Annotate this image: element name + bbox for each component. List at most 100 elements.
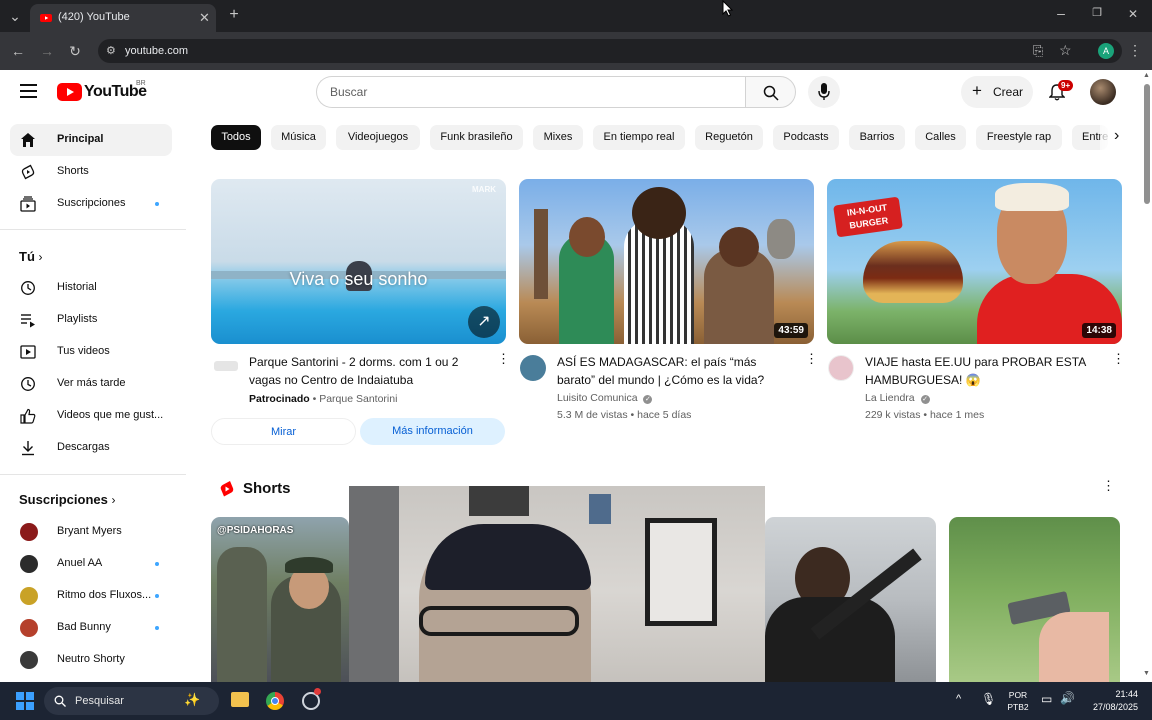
watch-button[interactable]: Mirar [211,418,356,445]
address-bar[interactable]: ⚙ youtube.com ⎘ ☆ [98,39,1122,63]
sidebar-channel-item[interactable]: Ritmo dos Fluxos... [10,580,172,612]
subscriptions-icon [20,196,36,212]
more-actions-icon[interactable]: ⋮ [497,352,510,365]
youtube-logo[interactable]: YouTube BR [57,80,147,102]
scrollbar-thumb[interactable] [1144,84,1150,204]
chip-all[interactable]: Todos [211,125,261,150]
volume-icon[interactable]: 🔊 [1060,691,1075,705]
chip-live[interactable]: En tiempo real [593,125,685,150]
app-taskbar-icon[interactable] [302,688,321,710]
clock-time: 21:44 [1115,689,1138,699]
sidebar-item-playlists[interactable]: Playlists [10,304,172,336]
more-info-button[interactable]: Más información [360,418,505,445]
chip-reggaeton[interactable]: Reguetón [695,125,763,150]
channel-avatar[interactable] [828,355,854,381]
profile-avatar[interactable]: A [1098,43,1114,59]
window-close-icon[interactable]: ✕ [1126,8,1140,20]
chip-freestyle[interactable]: Freestyle rap [976,125,1062,150]
sidebar-item-shorts[interactable]: Shorts [10,156,172,188]
channel-avatar[interactable] [520,355,546,381]
sidebar-item-home[interactable]: Principal [10,124,172,156]
channel-row: Luisito Comunica ✓ [557,392,653,404]
scroll-up-icon[interactable]: ▲ [1143,72,1150,79]
chrome-taskbar-icon[interactable] [266,692,284,710]
short-thumbnail[interactable] [765,517,936,682]
windows-start-icon[interactable] [16,692,34,710]
tab-search-icon[interactable]: ⌄ [8,9,22,23]
input-language[interactable]: POR PTB2 [1004,689,1032,713]
video-title[interactable]: ASÍ ES MADAGASCAR: el país “más barato” … [557,353,793,389]
chip-mixes[interactable]: Mixes [533,125,583,150]
shorts-more-icon[interactable]: ⋮ [1102,479,1115,492]
thumb-face [632,187,686,239]
page-scrollbar[interactable]: ▲ ▼ [1142,70,1152,682]
chips-next-button[interactable]: › [1100,125,1132,150]
chip-funk[interactable]: Funk brasileño [430,125,523,150]
short-thumbnail[interactable]: @PSIDAHORAS [211,517,349,682]
restore-icon[interactable]: ❐ [1090,8,1104,19]
sidebar-subscriptions-heading[interactable]: Suscripciones › [19,492,116,507]
create-button[interactable]: + Crear [961,76,1033,108]
advertiser-logo[interactable] [214,361,238,371]
video-title[interactable]: Parque Santorini - 2 dorms. com 1 ou 2 v… [249,353,485,389]
chip-music[interactable]: Música [271,125,326,150]
back-icon[interactable]: ← [11,44,25,58]
channel-name[interactable]: Luisito Comunica [557,392,638,404]
install-app-icon[interactable]: ⎘ [1033,43,1043,59]
sidebar-channel-item[interactable]: Anuel AA [10,548,172,580]
system-clock[interactable]: 21:44 27/08/2025 [1082,688,1138,714]
channel-avatar [20,555,38,573]
sidebar-item-history[interactable]: Historial [10,272,172,304]
mouse-cursor-icon [722,0,734,17]
sponsored-label: Patrocinado [249,393,310,405]
chrome-menu-icon[interactable]: ⋮ [1128,43,1142,57]
reload-icon[interactable]: ↻ [68,44,82,58]
video-thumbnail[interactable]: IN-N-OUT BURGER 14:38 [827,179,1122,344]
webcam-item [589,494,611,524]
network-icon[interactable]: ▭ [1041,692,1052,706]
video-thumbnail[interactable]: Viva o seu sonho MARK ↗ [211,179,506,344]
video-title[interactable]: VIAJE hasta EE.UU para PROBAR ESTA HAMBU… [865,353,1105,389]
hamburger-menu-icon[interactable] [20,84,37,98]
video-thumbnail[interactable]: 43:59 [519,179,814,344]
short-thumbnail[interactable] [949,517,1120,682]
plus-icon: + [972,81,982,100]
sidebar-item-subscriptions[interactable]: Suscripciones [10,188,172,220]
file-explorer-icon[interactable] [231,692,249,707]
sidebar-item-watch-later[interactable]: Ver más tarde [10,368,172,400]
sidebar-channel-item[interactable]: Neutro Shorty [10,644,172,676]
tab-close-icon[interactable]: ✕ [199,10,210,26]
chip-videogames[interactable]: Videojuegos [336,125,420,150]
sidebar-item-liked-videos[interactable]: Videos que me gust... [10,400,172,432]
chip-calles[interactable]: Calles [915,125,966,150]
voice-search-button[interactable] [808,76,840,108]
chip-barrios[interactable]: Barrios [849,125,905,150]
more-actions-icon[interactable]: ⋮ [1112,352,1125,365]
browser-tab[interactable]: (420) YouTube ✕ [30,4,216,32]
sidebar-item-your-videos[interactable]: Tus videos [10,336,172,368]
tray-overflow-icon[interactable]: ^ [956,693,961,705]
external-link-icon[interactable]: ↗ [468,306,500,338]
notifications-button[interactable]: 9+ [1047,80,1074,102]
account-avatar[interactable] [1090,79,1116,105]
scroll-down-icon[interactable]: ▼ [1143,670,1150,677]
search-button[interactable] [745,76,796,108]
microphone-tray-icon[interactable]: 🎙 [981,692,996,706]
video-duration: 43:59 [774,323,808,338]
forward-icon[interactable]: → [40,44,54,58]
sidebar-you-heading[interactable]: Tú › [19,249,43,264]
taskbar-search-box[interactable]: Pesquisar ✨ [44,687,219,715]
new-tab-icon[interactable]: + [227,7,241,23]
sidebar-channel-item[interactable]: Bad Bunny [10,612,172,644]
search-input[interactable]: Buscar [316,76,746,108]
minimize-icon[interactable]: – [1054,6,1068,20]
search-icon [54,695,66,707]
channel-name[interactable]: La Liendra [865,392,915,404]
site-info-icon[interactable]: ⚙ [106,44,116,57]
chip-podcasts[interactable]: Podcasts [773,125,839,150]
bookmark-star-icon[interactable]: ☆ [1059,42,1072,59]
advertiser-name[interactable]: Parque Santorini [319,393,397,405]
sidebar-channel-item[interactable]: Bryant Myers [10,516,172,548]
sidebar-item-downloads[interactable]: Descargas [10,432,172,464]
more-actions-icon[interactable]: ⋮ [805,352,818,365]
